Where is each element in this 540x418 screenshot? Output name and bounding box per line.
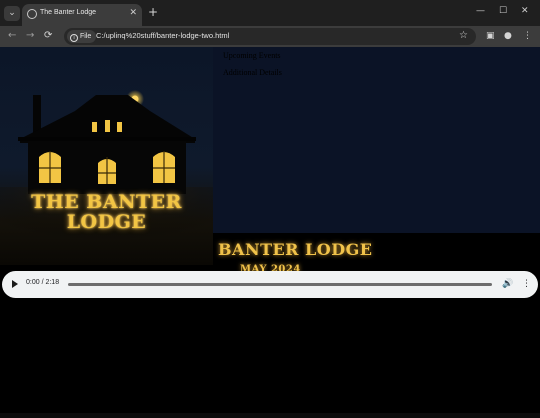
nav-link-additional-details[interactable]: Additional Details [223, 68, 282, 77]
audio-time: 0:00 / 2:18 [26, 279, 59, 286]
browser-toolbar: ← → ⟳ i File C:/uplinq%20stuff/banter-lod… [0, 26, 540, 47]
poster-title-line2: LODGE [66, 211, 147, 233]
kebab-menu-icon[interactable]: ⋮ [523, 30, 532, 42]
tab-strip: ⌄ The Banter Lodge ✕ + — ☐ ✕ [0, 0, 540, 26]
tab-search-button[interactable]: ⌄ [4, 6, 20, 21]
page-viewport: Upcoming Events Additional Details THE B… [0, 47, 540, 418]
site-info-chip[interactable]: i File [67, 30, 97, 43]
url-text[interactable]: C:/uplinq%20stuff/banter-lodge-two.html [96, 31, 229, 40]
nav-link-upcoming-events[interactable]: Upcoming Events [223, 51, 281, 60]
audio-seek-bar[interactable] [68, 283, 492, 286]
lodge-poster-image: THE BANTER LODGE [0, 47, 213, 265]
play-icon[interactable] [12, 280, 18, 288]
site-chip-label: File [80, 33, 92, 40]
event-title: BANTER LODGE [218, 240, 373, 259]
address-bar[interactable]: i File C:/uplinq%20stuff/banter-lodge-two… [64, 28, 476, 45]
new-tab-button[interactable]: + [148, 6, 158, 18]
star-icon[interactable]: ☆ [459, 30, 468, 41]
page-bottom-strip [0, 413, 540, 418]
volume-icon[interactable]: 🔊 [502, 278, 513, 290]
info-icon: i [70, 34, 78, 42]
back-arrow-icon[interactable]: ← [8, 30, 16, 42]
kebab-menu-icon-audio[interactable]: ⋮ [522, 278, 531, 290]
tab-close-icon[interactable]: ✕ [129, 8, 137, 18]
maximize-button[interactable]: ☐ [499, 6, 507, 16]
audio-player: 0:00 / 2:18 🔊 ⋮ [2, 271, 538, 298]
forward-arrow-icon[interactable]: → [26, 30, 34, 42]
duration: 2:18 [45, 279, 60, 286]
tab-active[interactable]: The Banter Lodge ✕ [22, 4, 142, 26]
tab-title: The Banter Lodge [40, 9, 97, 16]
profile-icon[interactable]: ● [504, 30, 512, 42]
globe-icon [27, 9, 37, 19]
side-panel-icon[interactable]: ▣ [486, 30, 495, 42]
reload-icon[interactable]: ⟳ [44, 30, 52, 42]
poster-title-line1: THE BANTER [31, 191, 182, 213]
current-time: 0:00 [26, 279, 40, 286]
minimize-button[interactable]: — [476, 6, 485, 16]
close-window-button[interactable]: ✕ [521, 6, 529, 16]
